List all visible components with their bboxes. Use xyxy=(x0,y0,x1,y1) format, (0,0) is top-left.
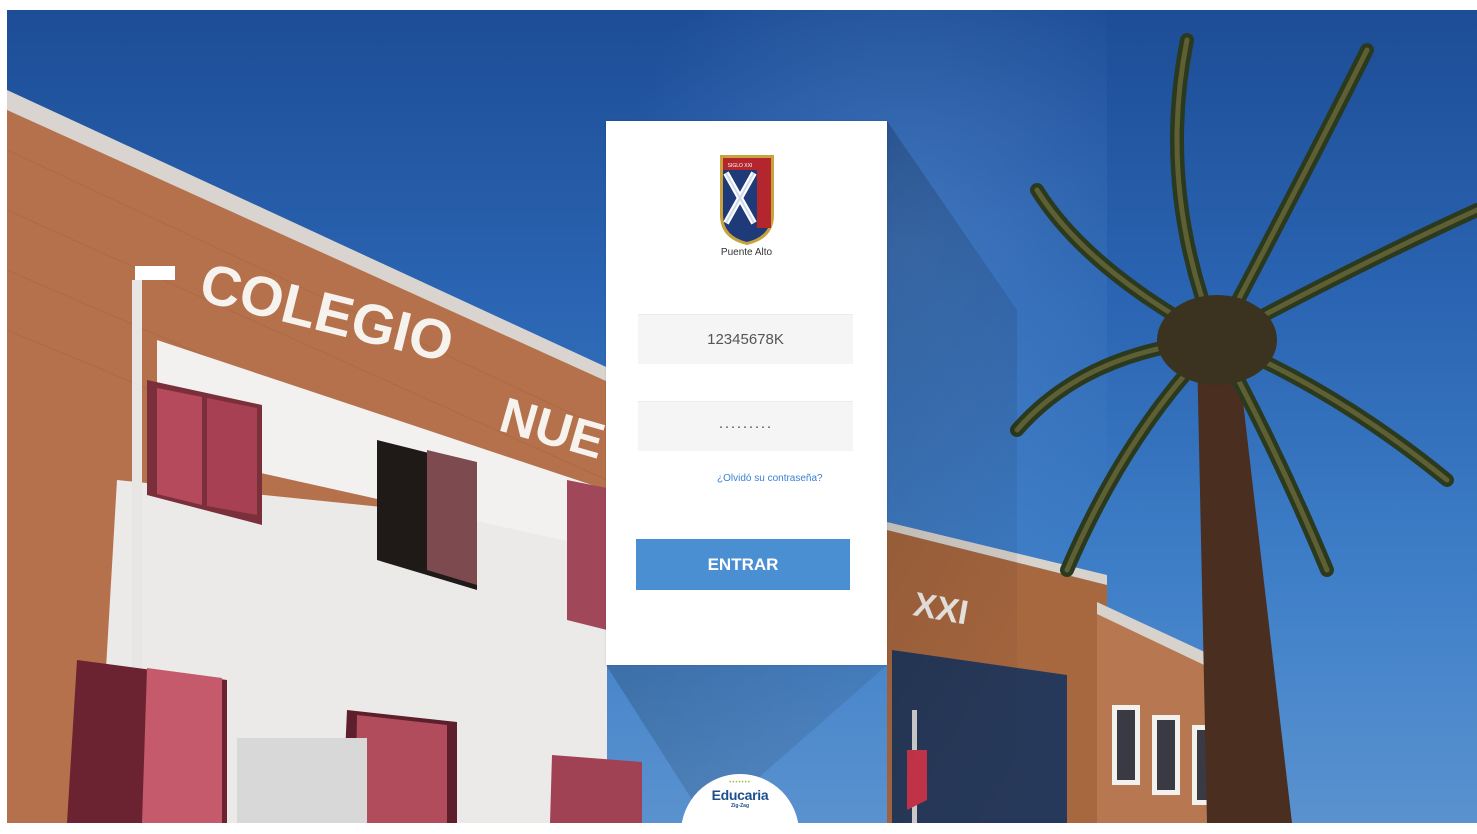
school-crest-logo: SIGLO XXI xyxy=(720,155,774,245)
background-photo: COLEGIO NUEV XXI SIGLO XXI Puente Alto 1… xyxy=(7,10,1477,823)
enter-button[interactable]: ENTRAR xyxy=(636,539,850,590)
roof-unit xyxy=(237,738,367,823)
vendor-dots-icon: ••••••• xyxy=(729,780,751,786)
password-field[interactable] xyxy=(638,401,853,451)
login-card: SIGLO XXI Puente Alto ¿Olvidó su contras… xyxy=(606,121,887,665)
pipe-cap xyxy=(135,266,175,280)
vendor-badge[interactable]: ••••••• Educaria Zig-Zag xyxy=(681,774,799,834)
crest-banner-text: SIGLO XXI xyxy=(728,163,753,169)
vendor-sub-text: Zig-Zag xyxy=(730,803,750,809)
username-field[interactable] xyxy=(638,314,853,364)
palm-trunk xyxy=(1197,350,1292,823)
forgot-password-link[interactable]: ¿Olvidó su contraseña? xyxy=(717,473,823,484)
flag xyxy=(907,750,927,810)
vendor-logo-text: Educaria xyxy=(711,787,769,803)
crest-caption: Puente Alto xyxy=(720,247,773,258)
